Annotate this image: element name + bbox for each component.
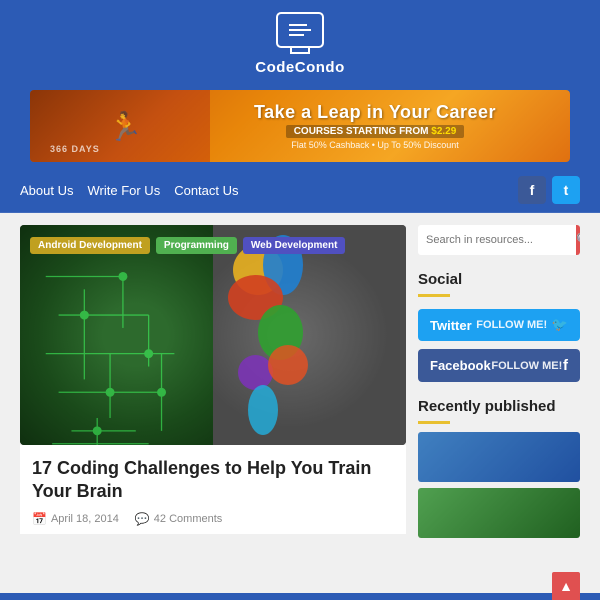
twitter-icon: 🐦: [552, 317, 568, 333]
twitter-label: Twitter: [430, 318, 472, 333]
nav-facebook-button[interactable]: f: [518, 176, 546, 204]
article-image[interactable]: Android Development Programming Web Deve…: [20, 225, 406, 445]
search-box[interactable]: 🔍: [418, 225, 580, 255]
main-content: Android Development Programming Web Deve…: [0, 213, 600, 593]
social-accent-bar: [418, 294, 450, 297]
ad-price: $2.29: [431, 126, 456, 137]
nav-about-us[interactable]: About Us: [20, 179, 87, 202]
article-info: 17 Coding Challenges to Help You Train Y…: [20, 445, 406, 534]
ad-subtitle-start: COURSES STARTING FROM: [294, 126, 432, 137]
search-button[interactable]: 🔍: [576, 225, 580, 255]
search-input[interactable]: [418, 234, 576, 246]
article-title: 17 Coding Challenges to Help You Train Y…: [32, 457, 394, 504]
brain-left-graphic: [20, 225, 213, 445]
logo-monitor-icon: [276, 12, 324, 48]
scroll-to-top-button[interactable]: ▲: [552, 572, 580, 600]
article-comments-text: 42 Comments: [154, 513, 222, 525]
article-date: 📅 April 18, 2014: [32, 512, 119, 526]
ad-banner[interactable]: 🏃 366 DAYS Take a Leap in Your Career CO…: [30, 90, 570, 162]
nav-links: About Us Write For Us Contact Us: [20, 179, 518, 202]
article-section: Android Development Programming Web Deve…: [20, 225, 406, 593]
article-meta: 📅 April 18, 2014 💬 42 Comments: [32, 512, 394, 526]
nav-write-for-us[interactable]: Write For Us: [87, 179, 174, 202]
sidebar: 🔍 Social Twitter FOLLOW ME! 🐦 Facebook F…: [418, 225, 580, 593]
ad-days-label: 366 DAYS: [50, 144, 100, 154]
tag-web[interactable]: Web Development: [243, 237, 346, 254]
facebook-label: Facebook: [430, 358, 491, 373]
recently-items: [418, 432, 580, 538]
ad-subtitle: COURSES STARTING FROM $2.29: [286, 125, 465, 138]
recently-section-title: Recently published: [418, 398, 580, 415]
ad-title: Take a Leap in Your Career: [254, 102, 496, 123]
tag-android[interactable]: Android Development: [30, 237, 150, 254]
ad-figure-icon: 🏃: [108, 110, 143, 143]
recently-item-2[interactable]: [418, 488, 580, 538]
nav-contact-us[interactable]: Contact Us: [174, 179, 252, 202]
facebook-follow-button[interactable]: Facebook FOLLOW ME! f: [418, 349, 580, 382]
logo-text: CodeCondo: [255, 59, 344, 76]
nav-twitter-button[interactable]: t: [552, 176, 580, 204]
facebook-sub: FOLLOW ME!: [491, 360, 562, 372]
social-widget: Twitter FOLLOW ME! 🐦 Facebook FOLLOW ME!…: [418, 309, 580, 382]
facebook-icon: f: [563, 357, 568, 374]
nav-bar: About Us Write For Us Contact Us f t: [0, 168, 600, 213]
twitter-sub: FOLLOW ME!: [476, 319, 547, 331]
recently-item-1[interactable]: [418, 432, 580, 482]
tag-programming[interactable]: Programming: [156, 237, 237, 254]
article-comments[interactable]: 💬 42 Comments: [135, 512, 222, 526]
logo[interactable]: CodeCondo: [255, 12, 344, 76]
recently-accent-bar: [418, 421, 450, 424]
ad-bottom-text: Flat 50% Cashback • Up To 50% Discount: [291, 140, 459, 150]
twitter-follow-button[interactable]: Twitter FOLLOW ME! 🐦: [418, 309, 580, 341]
comment-icon: 💬: [135, 512, 150, 526]
brain-right-graphic: [213, 225, 406, 445]
nav-social: f t: [518, 176, 580, 204]
header: CodeCondo: [0, 0, 600, 84]
article-date-text: April 18, 2014: [51, 513, 119, 525]
social-section-title: Social: [418, 271, 580, 288]
calendar-icon: 📅: [32, 512, 47, 526]
article-tags: Android Development Programming Web Deve…: [30, 237, 345, 254]
